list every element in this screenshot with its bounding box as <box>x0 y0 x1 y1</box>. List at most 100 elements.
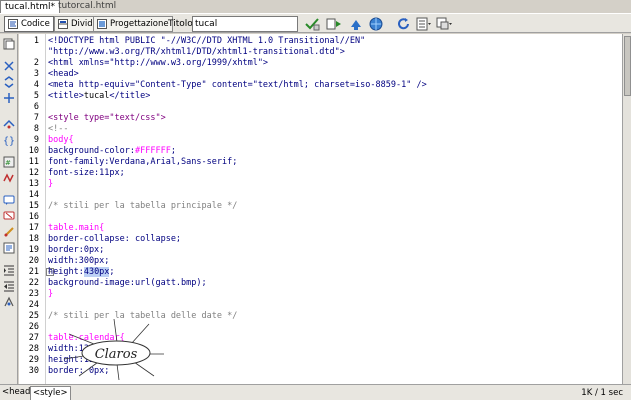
wrap-tag-icon[interactable] <box>3 226 15 238</box>
code-text: body{ <box>48 135 74 146</box>
code-token: <title> <box>48 91 84 101</box>
code-text: "http://www.w3.org/TR/xhtml1/DTD/xhtml1-… <box>48 47 345 58</box>
code-text: border:0px; <box>48 245 104 256</box>
line-numbers-icon[interactable]: # <box>3 156 15 168</box>
tag-selector-style[interactable]: <style> <box>30 386 71 400</box>
file-management-icon[interactable] <box>348 17 364 31</box>
collapse-tag-icon[interactable] <box>3 60 15 72</box>
code-text: <title>tucal</title> <box>48 91 150 102</box>
code-line[interactable]: 13} <box>19 179 619 190</box>
code-token: ; <box>109 267 115 277</box>
code-line[interactable]: 14 <box>19 190 619 201</box>
code-text: height:430px; <box>48 267 115 278</box>
code-line[interactable]: 20 width:300px; <box>19 256 619 267</box>
code-line[interactable]: 15 /* stili per la tabella principale */ <box>19 201 619 212</box>
code-line[interactable]: 16 <box>19 212 619 223</box>
code-line[interactable]: 10 background-color:#FFFFFF; <box>19 146 619 157</box>
apply-comment-icon[interactable] <box>3 194 15 206</box>
code-token: <!-- <box>48 124 69 134</box>
tab-tutorcal-html[interactable]: tutorcal.html <box>54 0 120 13</box>
expand-all-icon[interactable] <box>3 92 15 104</box>
code-line[interactable]: 22 background-image:url(gatt.bmp); <box>19 278 619 289</box>
code-line[interactable]: 18 border-collapse: collapse; <box>19 234 619 245</box>
highlight-invalid-code-icon[interactable] <box>3 172 15 184</box>
code-view-label: Codice <box>21 19 50 29</box>
line-number: 9 <box>33 135 39 145</box>
code-token: <head> <box>48 69 79 79</box>
code-text: /* stili per la tabella principale */ <box>48 201 237 212</box>
line-number: 8 <box>33 124 39 134</box>
title-input[interactable] <box>192 16 298 32</box>
code-line[interactable]: 4 <meta http-equiv="Content-Type" content… <box>19 80 619 91</box>
line-number: 21 <box>28 267 39 277</box>
code-token: "http://www.w3.org/TR/xhtml1/DTD/xhtml1-… <box>48 47 345 57</box>
code-line[interactable]: 2 <html xmlns="http://www.w3.org/1999/xht… <box>19 58 619 69</box>
code-line[interactable]: 19 border:0px; <box>19 245 619 256</box>
line-number: 12 <box>28 168 39 178</box>
code-token: border:0px; <box>48 245 105 255</box>
line-number: 27 <box>28 333 39 343</box>
balance-braces-icon[interactable]: {} <box>3 134 15 146</box>
code-line[interactable]: "http://www.w3.org/TR/xhtml1/DTD/xhtml1-… <box>19 47 619 58</box>
document-tabs: tucal.html* tutorcal.html <box>0 0 631 13</box>
code-token: ; <box>170 146 176 156</box>
code-view-button[interactable]: Codice <box>4 16 54 32</box>
line-number: 23 <box>28 289 39 299</box>
code-text: } <box>48 179 53 190</box>
design-view-icon <box>97 19 107 29</box>
code-editor[interactable]: 1 <!DOCTYPE html PUBLIC "-//W3C//DTD XHTM… <box>19 34 622 384</box>
open-documents-icon[interactable] <box>3 38 15 50</box>
code-view-icon <box>8 19 18 29</box>
code-line[interactable]: 8 <!-- <box>19 124 619 135</box>
code-line[interactable]: 12 font-size:11px; <box>19 168 619 179</box>
indent-code-icon[interactable] <box>3 264 15 276</box>
line-number: 20 <box>28 256 39 266</box>
code-token: tucal <box>83 91 110 101</box>
code-line[interactable]: 17 table.main{ <box>19 223 619 234</box>
code-token: } <box>48 179 54 189</box>
code-line[interactable]: 23} <box>19 289 619 300</box>
code-token: <!DOCTYPE html PUBLIC "-//W3C//DTD XHTML… <box>48 36 366 46</box>
format-source-icon[interactable] <box>3 296 15 308</box>
code-line[interactable]: 3 <head> <box>19 69 619 80</box>
code-token: /* stili per la tabella principale */ <box>48 201 238 211</box>
code-token: background-image:url(gatt.bmp); <box>48 278 207 288</box>
code-line[interactable]: 24 <box>19 300 619 311</box>
code-line[interactable]: 5 <title>tucal</title> <box>19 91 619 102</box>
validation-icon[interactable] <box>304 17 320 31</box>
status-bar: <head> <style> 1K / 1 sec <box>0 384 631 400</box>
view-options-icon[interactable] <box>416 17 432 31</box>
scrollbar-thumb[interactable] <box>624 36 631 96</box>
line-number: 2 <box>33 58 39 68</box>
code-line[interactable]: 1 <!DOCTYPE html PUBLIC "-//W3C//DTD XHTM… <box>19 36 619 47</box>
code-text: font-family:Verdana,Arial,Sans-serif; <box>48 157 237 168</box>
code-line[interactable]: 21− height:430px; <box>19 267 619 278</box>
code-token: height: <box>48 267 84 277</box>
preview-browser-icon[interactable] <box>368 17 384 31</box>
line-number: 28 <box>28 344 39 354</box>
visual-aids-icon[interactable] <box>436 17 452 31</box>
outdent-code-icon[interactable] <box>3 280 15 292</box>
code-text: border-collapse: collapse; <box>48 234 181 245</box>
design-view-button[interactable]: Progettazione <box>93 16 173 32</box>
collapse-selection-icon[interactable] <box>3 76 15 88</box>
line-number: 3 <box>33 69 39 79</box>
line-number: 25 <box>28 311 39 321</box>
coding-toolbar: {} # <box>0 34 18 384</box>
browser-compat-icon[interactable] <box>326 17 342 31</box>
refresh-icon[interactable] <box>396 17 412 31</box>
select-parent-tag-icon[interactable] <box>3 118 15 130</box>
code-line[interactable]: 6 <box>19 102 619 113</box>
remove-comment-icon[interactable] <box>3 210 15 222</box>
tab-tucal-html[interactable]: tucal.html* <box>0 0 61 13</box>
line-number: 15 <box>28 201 39 211</box>
code-line[interactable]: 7 <style type="text/css"> <box>19 113 619 124</box>
code-line[interactable]: 11 font-family:Verdana,Arial,Sans-serif; <box>19 157 619 168</box>
recent-snippets-icon[interactable] <box>3 242 15 254</box>
svg-text:{}: {} <box>3 136 15 146</box>
split-view-label: Dividi <box>71 19 96 29</box>
code-line[interactable]: 9 body{ <box>19 135 619 146</box>
split-view-icon <box>58 19 68 29</box>
svg-text:#: # <box>5 159 11 167</box>
vertical-scrollbar[interactable] <box>622 34 631 384</box>
